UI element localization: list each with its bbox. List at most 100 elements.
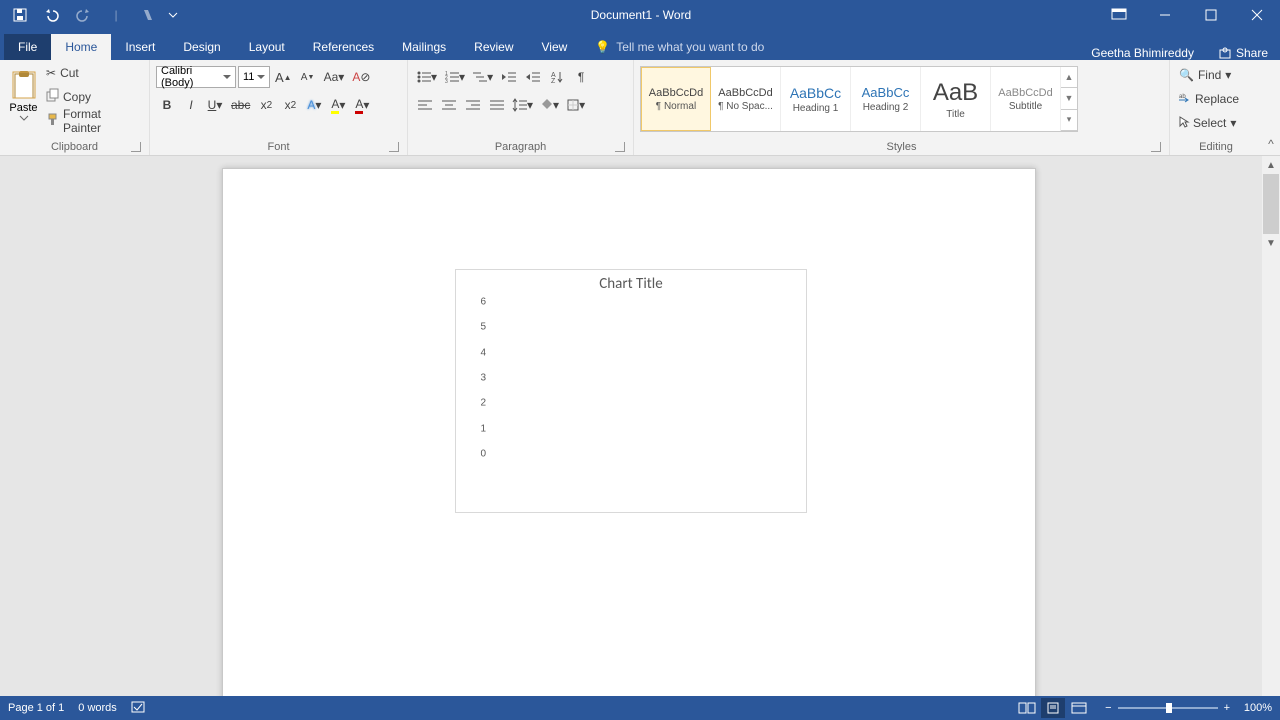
style-heading-1[interactable]: AaBbCcHeading 1 xyxy=(781,67,851,131)
highlight-button[interactable]: A▾ xyxy=(327,94,349,116)
text-effects-button[interactable]: A▾ xyxy=(303,94,325,116)
tab-design[interactable]: Design xyxy=(169,34,234,60)
maximize-button[interactable] xyxy=(1188,0,1234,30)
zoom-slider[interactable] xyxy=(1118,707,1218,709)
zoom-in-button[interactable]: + xyxy=(1224,702,1230,714)
collapse-ribbon-button[interactable]: ^ xyxy=(1262,60,1280,155)
grow-font-button[interactable]: A▲ xyxy=(272,66,295,88)
style-subtitle[interactable]: AaBbCcDdSubtitle xyxy=(991,67,1061,131)
document-area[interactable]: Chart Title 0123456 xyxy=(0,156,1262,696)
align-left-button[interactable] xyxy=(414,94,436,116)
tab-mailings[interactable]: Mailings xyxy=(388,34,460,60)
subscript-button[interactable]: x2 xyxy=(255,94,277,116)
bullets-button[interactable]: ▾ xyxy=(414,66,440,88)
replace-button[interactable]: abReplace xyxy=(1176,88,1248,110)
qat-customize[interactable] xyxy=(166,1,180,29)
paste-button[interactable]: Paste xyxy=(6,62,41,128)
style--no-spac-[interactable]: AaBbCcDd¶ No Spac... xyxy=(711,67,781,131)
tab-review[interactable]: Review xyxy=(460,34,527,60)
vertical-scrollbar[interactable]: ▲ ▼ xyxy=(1262,156,1280,696)
find-button[interactable]: 🔍Find▾ xyxy=(1176,64,1248,86)
tell-me-placeholder: Tell me what you want to do xyxy=(616,40,764,54)
touch-mode-button[interactable] xyxy=(134,1,162,29)
align-center-button[interactable] xyxy=(438,94,460,116)
view-buttons xyxy=(1015,698,1091,718)
minimize-button[interactable] xyxy=(1142,0,1188,30)
sort-button[interactable]: AZ xyxy=(546,66,568,88)
tab-layout[interactable]: Layout xyxy=(235,34,299,60)
word-count[interactable]: 0 words xyxy=(78,702,117,714)
borders-button[interactable]: ▾ xyxy=(564,94,588,116)
italic-button[interactable]: I xyxy=(180,94,202,116)
title-bar: | Document1 - Word xyxy=(0,0,1280,30)
scroll-thumb[interactable] xyxy=(1263,174,1279,234)
redo-button[interactable] xyxy=(70,1,98,29)
page-indicator[interactable]: Page 1 of 1 xyxy=(8,702,64,714)
styles-dialog-launcher[interactable] xyxy=(1151,142,1161,152)
font-color-button[interactable]: A▾ xyxy=(351,94,373,116)
tab-home[interactable]: Home xyxy=(51,34,111,60)
tab-references[interactable]: References xyxy=(299,34,388,60)
document-title: Document1 - Word xyxy=(186,8,1096,22)
print-layout-button[interactable] xyxy=(1041,698,1065,718)
window-controls xyxy=(1096,0,1280,30)
chart-x-axis xyxy=(490,456,792,474)
undo-button[interactable] xyxy=(38,1,66,29)
tell-me-search[interactable]: 💡 Tell me what you want to do xyxy=(595,34,764,60)
show-marks-button[interactable]: ¶ xyxy=(570,66,592,88)
scroll-up-button[interactable]: ▲ xyxy=(1262,156,1280,174)
share-button[interactable]: Share xyxy=(1206,46,1280,60)
embedded-chart[interactable]: Chart Title 0123456 xyxy=(455,269,807,513)
ytick-4: 4 xyxy=(480,347,486,358)
font-dialog-launcher[interactable] xyxy=(389,142,399,152)
save-button[interactable] xyxy=(6,1,34,29)
select-button[interactable]: Select▾ xyxy=(1176,112,1248,134)
chart-plot-area[interactable]: 0123456 xyxy=(466,302,792,452)
chart-title[interactable]: Chart Title xyxy=(456,270,806,295)
style--normal[interactable]: AaBbCcDd¶ Normal xyxy=(641,67,711,131)
style-scroll-up[interactable]: ▲ xyxy=(1061,67,1077,88)
group-editing: 🔍Find▾ abReplace Select▾ Editing xyxy=(1170,60,1262,155)
scroll-down-button[interactable]: ▼ xyxy=(1262,234,1280,252)
spellcheck-icon[interactable] xyxy=(131,700,147,717)
bold-button[interactable]: B xyxy=(156,94,178,116)
align-right-button[interactable] xyxy=(462,94,484,116)
style-more[interactable]: ▾ xyxy=(1061,110,1077,131)
copy-button[interactable]: Copy xyxy=(43,86,143,108)
clear-formatting-button[interactable]: A⊘ xyxy=(349,66,373,88)
numbering-button[interactable]: 123▾ xyxy=(442,66,468,88)
page[interactable]: Chart Title 0123456 xyxy=(222,168,1036,696)
web-layout-button[interactable] xyxy=(1067,698,1091,718)
style-title[interactable]: AaBTitle xyxy=(921,67,991,131)
underline-button[interactable]: U▾ xyxy=(204,94,226,116)
clipboard-dialog-launcher[interactable] xyxy=(131,142,141,152)
paragraph-dialog-launcher[interactable] xyxy=(615,142,625,152)
superscript-button[interactable]: x2 xyxy=(279,94,301,116)
multilevel-list-button[interactable]: ▾ xyxy=(470,66,496,88)
font-name-combo[interactable]: Calibri (Body) xyxy=(156,66,236,88)
cut-button[interactable]: ✂Cut xyxy=(43,62,143,84)
strikethrough-button[interactable]: abc xyxy=(228,94,253,116)
style-scroll-down[interactable]: ▼ xyxy=(1061,88,1077,109)
format-painter-button[interactable]: Format Painter xyxy=(43,110,143,132)
justify-button[interactable] xyxy=(486,94,508,116)
user-name[interactable]: Geetha Bhimireddy xyxy=(1079,46,1206,60)
tab-view[interactable]: View xyxy=(528,34,582,60)
read-mode-button[interactable] xyxy=(1015,698,1039,718)
decrease-indent-button[interactable] xyxy=(498,66,520,88)
line-spacing-button[interactable]: ▾ xyxy=(510,94,536,116)
shading-button[interactable]: ▾ xyxy=(538,94,562,116)
tab-file[interactable]: File xyxy=(4,34,51,60)
zoom-slider-thumb[interactable] xyxy=(1166,703,1172,713)
font-size-combo[interactable]: 11 xyxy=(238,66,270,88)
increase-indent-button[interactable] xyxy=(522,66,544,88)
zoom-level[interactable]: 100% xyxy=(1236,702,1272,714)
style-heading-2[interactable]: AaBbCcHeading 2 xyxy=(851,67,921,131)
close-button[interactable] xyxy=(1234,0,1280,30)
change-case-button[interactable]: Aa▾ xyxy=(321,66,348,88)
shrink-font-button[interactable]: A▼ xyxy=(297,66,319,88)
zoom-out-button[interactable]: − xyxy=(1105,702,1111,714)
ribbon-display-options[interactable] xyxy=(1096,0,1142,30)
tab-insert[interactable]: Insert xyxy=(111,34,169,60)
ytick-5: 5 xyxy=(480,322,486,333)
